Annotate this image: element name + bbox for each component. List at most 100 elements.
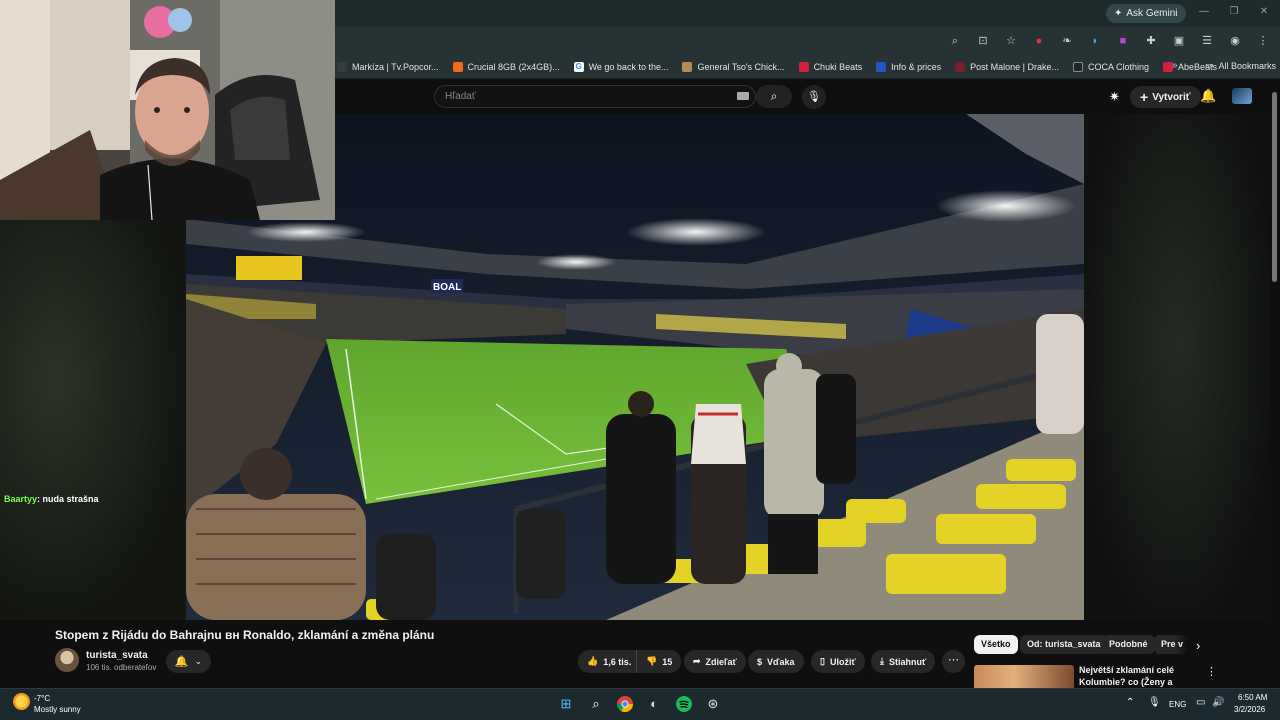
ask-gemini-label: Ask Gemini: [1126, 8, 1178, 19]
chip-all[interactable]: Všetko: [974, 635, 1018, 654]
weather-sun-icon[interactable]: [13, 693, 30, 710]
clock-date[interactable]: 3/2/2026: [1234, 705, 1265, 714]
ask-gemini-button[interactable]: ✦ Ask Gemini: [1106, 4, 1186, 23]
close-icon[interactable]: ✕: [1257, 6, 1271, 20]
mic-icon: 🎙: [807, 91, 821, 103]
bookmark-icon: [682, 61, 693, 72]
thanks-button[interactable]: $ Vďaka: [748, 650, 804, 673]
chat-text: : nuda strašna: [37, 494, 99, 504]
restore-icon[interactable]: ❐: [1227, 6, 1241, 20]
extension-leaf-icon[interactable]: ❧: [1060, 34, 1074, 48]
steam-icon[interactable]: ◐: [645, 695, 663, 713]
plus-icon: +: [1140, 89, 1149, 105]
thumbs-up-icon: 👍: [587, 656, 599, 666]
bookmark-item[interactable]: G We go back to the...: [573, 61, 668, 72]
share-button[interactable]: ➦ Zdieľať: [684, 650, 746, 673]
media-icon[interactable]: ▣: [1172, 34, 1186, 48]
keyboard-icon[interactable]: [737, 92, 749, 100]
ambient-right: [1084, 114, 1270, 620]
bookmark-icon: ▯: [820, 656, 825, 666]
bookmark-item[interactable]: General Tso's Chick...: [682, 61, 785, 72]
bookmark-item[interactable]: Post Malone | Drake...: [955, 61, 1059, 72]
bookmark-item[interactable]: Markíza | Tv.Popcor...: [337, 61, 439, 72]
sparkle-icon: ✦: [1114, 8, 1123, 19]
bookmark-icon: [955, 61, 966, 72]
channel-avatar[interactable]: [55, 648, 79, 672]
minimize-icon[interactable]: —: [1197, 6, 1211, 20]
webcam-feed: [0, 0, 335, 220]
profile-icon[interactable]: ◉: [1228, 34, 1242, 48]
search-input[interactable]: Hľadať: [434, 85, 756, 108]
bookmark-item[interactable]: COCA Clothing: [1073, 61, 1149, 72]
more-horizontal-icon: ⋯: [948, 654, 959, 666]
chat-username: Baartyy: [4, 494, 38, 504]
extension-purple-icon[interactable]: ■: [1116, 34, 1130, 48]
download-button[interactable]: ⤓ Stiahnuť: [871, 650, 936, 673]
bookmark-icon: [798, 61, 809, 72]
chip-from-channel[interactable]: Od: turista_svata: [1020, 635, 1108, 654]
all-bookmarks-button[interactable]: ▭ All Bookmarks: [1205, 60, 1276, 71]
create-button[interactable]: + Vytvoriť: [1130, 86, 1201, 108]
chevron-up-icon[interactable]: ⌃: [1126, 697, 1134, 708]
spotify-icon[interactable]: [675, 695, 693, 713]
start-icon[interactable]: ⊞: [557, 695, 575, 713]
thumbs-down-icon: 👎: [646, 656, 658, 666]
google-icon: G: [573, 61, 584, 72]
star-icon[interactable]: ☆: [1004, 34, 1018, 48]
extension-red-icon[interactable]: ●: [1032, 34, 1046, 48]
recommendation-thumbnail[interactable]: [974, 665, 1074, 688]
puzzle-icon[interactable]: ✚: [1144, 34, 1158, 48]
chevron-right-icon[interactable]: »: [1172, 60, 1178, 71]
search-button[interactable]: ⌕: [756, 85, 792, 108]
menu-icon[interactable]: ⋮: [1256, 34, 1270, 48]
mic-tray-icon[interactable]: 🎙: [1148, 697, 1161, 708]
language-indicator[interactable]: ENG: [1169, 700, 1186, 709]
chip-for-you[interactable]: Pre v: [1154, 635, 1188, 654]
bookmark-item[interactable]: Chuki Beats: [798, 61, 862, 72]
avatar[interactable]: [1232, 88, 1252, 104]
chip-related[interactable]: Podobné: [1102, 635, 1155, 654]
reading-list-icon[interactable]: ☰: [1200, 34, 1214, 48]
extension-blue-icon[interactable]: ◗: [1088, 34, 1102, 48]
dislike-button[interactable]: 👎 15: [636, 650, 682, 673]
taskbar: [0, 688, 1280, 720]
network-icon[interactable]: ▭: [1196, 697, 1205, 708]
search-icon: ⌕: [770, 89, 778, 103]
download-icon: ⤓: [880, 656, 884, 666]
bell-icon[interactable]: 🔔: [1200, 88, 1216, 104]
share-icon: ➦: [693, 656, 701, 666]
weather-temperature: -7°C: [34, 694, 51, 703]
channel-name[interactable]: turista_svata: [86, 650, 148, 661]
bookmark-item[interactable]: Info & prices: [876, 61, 941, 72]
save-button[interactable]: ▯ Uložiť: [811, 650, 865, 673]
chat-message: Baartyy: nuda strašna: [4, 494, 99, 504]
stadium-sign: BOAL: [433, 282, 461, 293]
search-icon[interactable]: ⌕: [587, 695, 605, 713]
zoom-icon[interactable]: ⌕: [948, 34, 962, 48]
volume-icon[interactable]: 🔊: [1212, 697, 1224, 708]
folder-icon: ▭: [1205, 60, 1214, 70]
bookmark-icon: [337, 61, 347, 72]
video-title: Stopem z Rijádu do Bahrajnu вн Ronaldo, …: [55, 628, 435, 642]
webcam-overlay: [0, 0, 335, 220]
bookmark-icon: [452, 61, 463, 72]
chrome-icon[interactable]: [616, 695, 634, 713]
weather-description: Mostly sunny: [34, 705, 81, 714]
chevron-right-icon[interactable]: ›: [1196, 638, 1200, 653]
clock-time[interactable]: 6:50 AM: [1238, 693, 1267, 702]
voice-search-button[interactable]: 🎙: [802, 85, 826, 109]
ambient-left: [0, 220, 186, 620]
ai-sparkle-icon[interactable]: ✷: [1109, 89, 1120, 105]
more-actions-button[interactable]: ⋯: [942, 650, 965, 673]
bookmark-icon: [1073, 61, 1083, 72]
subscribed-button[interactable]: 🔔 ⌄: [166, 650, 211, 673]
more-vertical-icon[interactable]: ⋮: [1206, 665, 1217, 678]
subscriber-count: 106 tis. odberateľov: [86, 663, 157, 672]
chevron-down-icon: ⌄: [194, 656, 203, 666]
like-button[interactable]: 👍 1,6 tis.: [578, 650, 642, 673]
app-icon[interactable]: ⊛: [704, 695, 722, 713]
install-icon[interactable]: ⊡: [976, 34, 990, 48]
scrollbar[interactable]: [1272, 92, 1277, 282]
bell-icon: 🔔: [174, 656, 189, 668]
bookmark-item[interactable]: Crucial 8GB (2x4GB)...: [452, 61, 560, 72]
